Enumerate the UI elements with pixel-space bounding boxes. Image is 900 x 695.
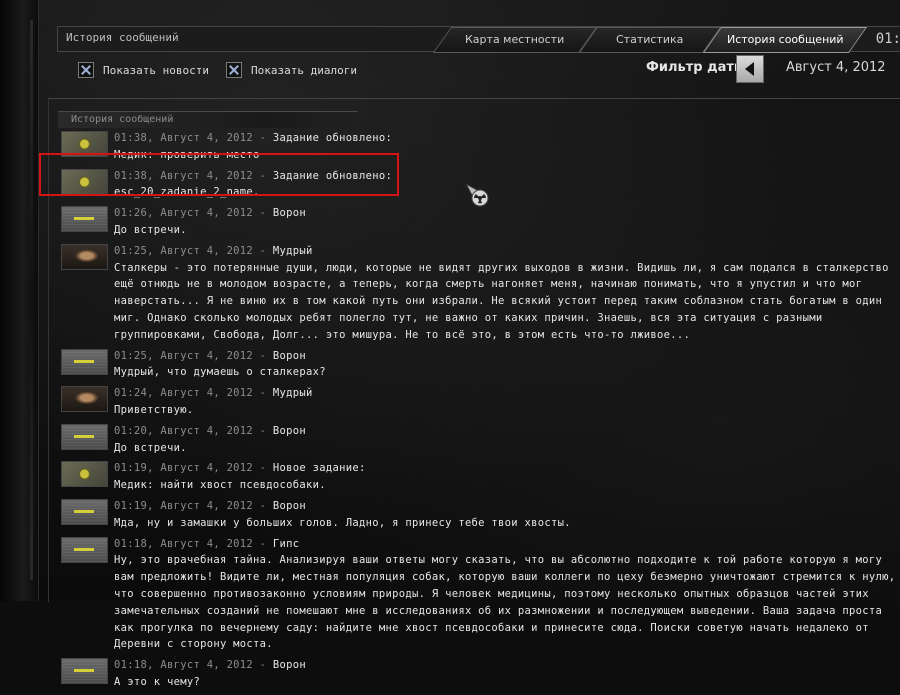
message-sender: Мудрый	[272, 387, 313, 400]
voron-avatar-icon	[61, 423, 108, 450]
message-time: 01:38, Август 4, 2012 -	[114, 132, 267, 144]
message-text: До встречи.	[114, 223, 187, 236]
message-sender: Ворон	[272, 424, 307, 437]
message-time: 01:24, Август 4, 2012 -	[114, 387, 267, 400]
message-sender: Ворон	[272, 659, 307, 672]
list-item: 01:19, Август 4, 2012 - Новое задание: М…	[61, 460, 896, 494]
message-text: А это к чему?	[114, 675, 201, 688]
voron-avatar-icon	[61, 498, 108, 525]
panel-title: История сообщений	[71, 114, 174, 125]
voron-avatar-icon	[61, 206, 108, 233]
task-avatar-icon	[61, 461, 108, 488]
date-prev-button[interactable]	[736, 55, 764, 83]
tab-statistics[interactable]: Статистика	[578, 27, 722, 53]
message-sender: Задание обновлено:	[272, 132, 393, 144]
left-frame-rail	[0, 0, 39, 601]
message-sender: Ворон	[272, 207, 307, 220]
message-sender: Ворон	[272, 499, 307, 512]
message-sender: Мудрый	[272, 244, 313, 257]
message-text: Сталкеры - это потерянные души, люди, ко…	[114, 261, 889, 341]
voron-avatar-icon	[61, 658, 108, 685]
checkbox-checked-icon[interactable]	[226, 62, 242, 78]
list-item: 01:20, Август 4, 2012 - Ворон До встречи…	[61, 423, 896, 457]
message-time: 01:25, Август 4, 2012 -	[114, 244, 267, 257]
show-news-label: Показать новости	[103, 63, 209, 77]
selected-message-highlight	[39, 153, 399, 196]
message-sender: Ворон	[272, 349, 307, 362]
mudry-avatar-icon	[61, 386, 108, 413]
message-list[interactable]: 01:38, Август 4, 2012 - Задание обновлен…	[61, 130, 896, 695]
show-dialogs-label: Показать диалоги	[251, 63, 357, 77]
list-item: 01:25, Август 4, 2012 - Мудрый Сталкеры …	[61, 243, 896, 344]
list-item: 01:25, Август 4, 2012 - Ворон Мудрый, чт…	[61, 348, 896, 382]
message-text: Мда, ну и замашки у больших голов. Ладно…	[114, 516, 571, 529]
date-filter-label: Фильтр даты	[646, 60, 746, 75]
list-item: 01:26, Август 4, 2012 - Ворон До встречи…	[61, 205, 896, 239]
gips-avatar-icon	[61, 536, 108, 563]
radiation-cursor-icon	[465, 183, 489, 207]
mudry-avatar-icon	[61, 243, 108, 270]
message-text: Мудрый, что думаешь о сталкерах?	[114, 366, 326, 379]
clock: 01:	[875, 31, 900, 47]
list-item: 01:18, Август 4, 2012 - Ворон А это к че…	[61, 657, 896, 691]
show-news-checkbox[interactable]: Показать новости	[78, 62, 209, 78]
tab-statistics-label: Статистика	[616, 33, 684, 46]
message-time: 01:26, Август 4, 2012 -	[114, 207, 267, 220]
checkbox-checked-icon[interactable]	[78, 62, 94, 78]
message-text: Ну, это врачебная тайна. Анализируя ваши…	[114, 554, 896, 651]
list-item: 01:18, Август 4, 2012 - Гипс Ну, это вра…	[61, 536, 896, 654]
header-bar: История сообщений Карта местности Статис…	[57, 26, 900, 53]
tab-map[interactable]: Карта местности	[432, 27, 598, 53]
message-time: 01:20, Август 4, 2012 -	[114, 424, 267, 437]
tab-map-label: Карта местности	[465, 33, 565, 46]
list-item: 01:19, Август 4, 2012 - Ворон Мда, ну и …	[61, 498, 896, 532]
message-time: 01:18, Август 4, 2012 -	[114, 659, 267, 672]
message-text: Медик: найти хвост псевдособаки.	[114, 479, 326, 492]
window-title: История сообщений	[66, 31, 179, 44]
message-text: Приветствую.	[114, 403, 194, 416]
message-time: 01:25, Август 4, 2012 -	[114, 349, 267, 362]
message-text: До встречи.	[114, 441, 187, 454]
message-time: 01:19, Август 4, 2012 -	[114, 499, 267, 512]
tab-message-history-label: История сообщений	[726, 33, 844, 46]
message-sender: Новое задание:	[272, 462, 366, 475]
message-time: 01:18, Август 4, 2012 -	[114, 537, 267, 550]
tab-message-history[interactable]: История сообщений	[702, 27, 868, 53]
show-dialogs-checkbox[interactable]: Показать диалоги	[226, 62, 357, 78]
voron-avatar-icon	[61, 348, 108, 375]
message-sender: Гипс	[272, 537, 300, 550]
message-time: 01:19, Август 4, 2012 -	[114, 462, 267, 475]
filter-row: Показать новости Показать диалоги Фильтр…	[60, 55, 900, 86]
list-item: 01:24, Август 4, 2012 - Мудрый Приветств…	[61, 385, 896, 419]
date-value: Август 4, 2012	[786, 60, 886, 75]
